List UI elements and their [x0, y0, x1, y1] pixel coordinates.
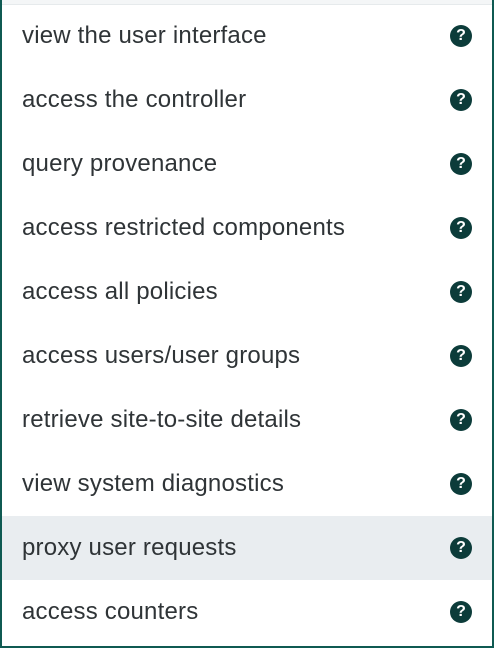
policy-label: access counters [22, 598, 199, 625]
policy-row-access-counters[interactable]: access counters ? [2, 580, 492, 644]
policy-row-proxy-user-requests[interactable]: proxy user requests ? [2, 516, 492, 580]
policy-row-access-controller[interactable]: access the controller ? [2, 68, 492, 132]
policy-label: retrieve site-to-site details [22, 406, 302, 433]
policy-row-access-all-policies[interactable]: access all policies ? [2, 260, 492, 324]
policy-label: proxy user requests [22, 534, 237, 561]
question-circle-icon[interactable]: ? [450, 217, 472, 239]
policy-row-access-users-user-groups[interactable]: access users/user groups ? [2, 324, 492, 388]
question-circle-icon[interactable]: ? [450, 153, 472, 175]
question-circle-icon[interactable]: ? [450, 345, 472, 367]
global-policies-panel: view the user interface ? access the con… [0, 0, 494, 648]
question-circle-icon[interactable]: ? [450, 537, 472, 559]
question-circle-icon[interactable]: ? [450, 281, 472, 303]
policy-label: access all policies [22, 278, 218, 305]
policy-row-access-restricted-components[interactable]: access restricted components ? [2, 196, 492, 260]
question-circle-icon[interactable]: ? [450, 89, 472, 111]
policy-row-query-provenance[interactable]: query provenance ? [2, 132, 492, 196]
question-circle-icon[interactable]: ? [450, 601, 472, 623]
policy-label: access the controller [22, 86, 247, 113]
question-circle-icon[interactable]: ? [450, 473, 472, 495]
policy-row-retrieve-site-to-site-details[interactable]: retrieve site-to-site details ? [2, 388, 492, 452]
policy-label: view the user interface [22, 22, 267, 49]
policy-row-view-user-interface[interactable]: view the user interface ? [2, 4, 492, 68]
question-circle-icon[interactable]: ? [450, 25, 472, 47]
policy-label: access restricted components [22, 214, 346, 241]
policy-row-view-system-diagnostics[interactable]: view system diagnostics ? [2, 452, 492, 516]
policy-label: query provenance [22, 150, 218, 177]
policy-label: access users/user groups [22, 342, 301, 369]
policy-label: view system diagnostics [22, 470, 285, 497]
policy-list: view the user interface ? access the con… [2, 4, 492, 644]
question-circle-icon[interactable]: ? [450, 409, 472, 431]
